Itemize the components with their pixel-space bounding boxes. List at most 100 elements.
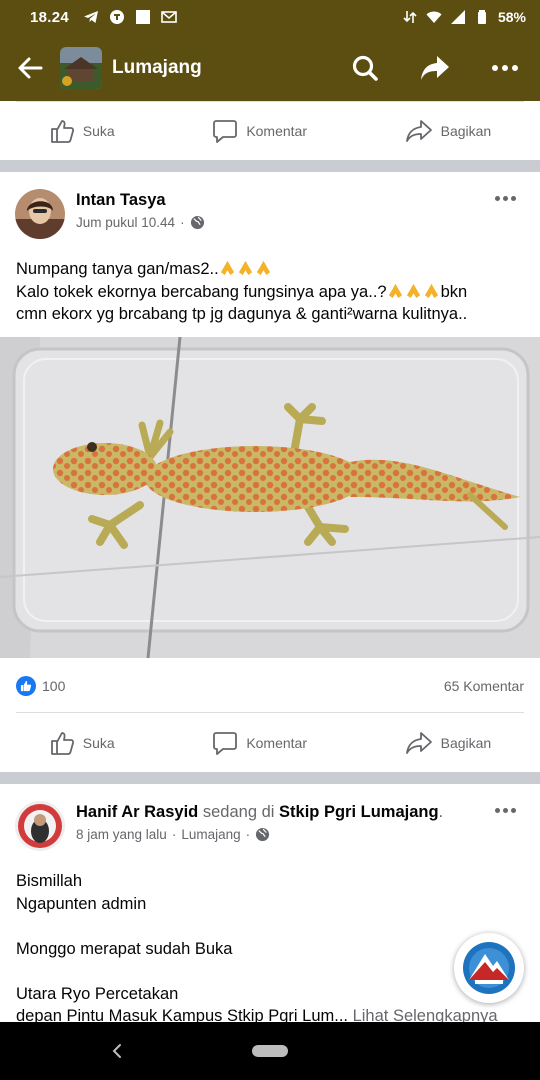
meta-separator: · bbox=[180, 215, 185, 230]
praying-hands-icon bbox=[424, 283, 438, 298]
post-text-line: Numpang tanya gan/mas2.. bbox=[16, 258, 526, 281]
status-bar: 18.24 58% bbox=[0, 0, 540, 34]
group-avatar[interactable] bbox=[60, 46, 102, 89]
like-reaction-icon[interactable] bbox=[16, 676, 36, 696]
post-text-line bbox=[16, 915, 526, 938]
share-arrow-icon bbox=[421, 55, 449, 80]
post-author: Hanif Ar Rasyid sedang di Stkip Pgri Lum… bbox=[76, 803, 443, 822]
status-time: 18.24 bbox=[30, 8, 70, 26]
meta-separator: · bbox=[171, 827, 177, 842]
thumbs-up-icon bbox=[50, 732, 74, 755]
battery-percent: 58% bbox=[497, 9, 526, 25]
reactions-bar: 100 65 Komentar bbox=[0, 672, 540, 700]
praying-hands-icon bbox=[406, 283, 420, 298]
post-actions: Suka Komentar Bagikan bbox=[0, 713, 540, 773]
share-label: Bagikan bbox=[440, 735, 492, 751]
post-time[interactable]: 8 jam yang lalu bbox=[76, 827, 167, 842]
post-text-line: Utara Ryo Percetakan bbox=[16, 984, 179, 1003]
share-group-button[interactable] bbox=[400, 34, 470, 101]
post-divider bbox=[0, 772, 540, 784]
group-title[interactable]: Lumajang bbox=[112, 57, 202, 79]
like-button[interactable]: Suka bbox=[39, 109, 125, 153]
previous-post-actions: Suka Komentar Bagikan bbox=[0, 101, 540, 161]
dot-icon bbox=[502, 807, 508, 813]
group-photo-image bbox=[60, 46, 102, 89]
share-outline-icon bbox=[405, 732, 432, 754]
post-time[interactable]: Jum pukul 10.44 bbox=[76, 215, 175, 230]
post-divider bbox=[0, 160, 540, 172]
comment-bubble-icon bbox=[213, 120, 238, 143]
post-text-line: Monggo merapat sudah Buka bbox=[16, 939, 233, 958]
post-meta: Jum pukul 10.44 · bbox=[76, 215, 205, 230]
telegram-icon bbox=[84, 11, 99, 23]
post-text-line: Bismillah bbox=[16, 872, 83, 890]
post-text-line: cmn ekorx yg brcabang tp jg dagunya & ga… bbox=[16, 305, 468, 323]
comment-button[interactable]: Komentar bbox=[202, 721, 317, 765]
dot-icon bbox=[502, 195, 508, 201]
praying-hands-icon bbox=[238, 260, 252, 276]
arrow-left-icon bbox=[18, 57, 43, 78]
dot-icon bbox=[510, 195, 516, 201]
post-header: Intan Tasya Jum pukul 10.44 · bbox=[0, 172, 540, 239]
comments-count[interactable]: 65 Komentar bbox=[444, 678, 524, 694]
dot-icon bbox=[510, 807, 516, 813]
checkin-connector: sedang di bbox=[202, 803, 275, 821]
battery-icon bbox=[477, 10, 486, 24]
square-notification-icon bbox=[136, 10, 151, 24]
like-label: Suka bbox=[82, 735, 115, 751]
share-button[interactable]: Bagikan bbox=[395, 721, 502, 765]
praying-hands-icon bbox=[220, 260, 234, 276]
checkin-period: . bbox=[438, 803, 444, 821]
thumbs-up-icon bbox=[50, 120, 74, 143]
avatar[interactable] bbox=[15, 801, 65, 851]
checkin-place[interactable]: Stkip Pgri Lumajang bbox=[279, 803, 439, 821]
post-photo[interactable] bbox=[0, 337, 540, 658]
like-label: Suka bbox=[82, 123, 115, 139]
post-text-line bbox=[16, 960, 526, 983]
search-icon bbox=[352, 55, 378, 81]
post-author[interactable]: Intan Tasya bbox=[76, 191, 166, 210]
system-nav-bar bbox=[0, 1022, 540, 1080]
nav-home-pill[interactable] bbox=[252, 1045, 288, 1057]
share-outline-icon bbox=[405, 120, 432, 142]
more-options-button[interactable] bbox=[470, 34, 540, 101]
post-more-button[interactable] bbox=[492, 190, 518, 206]
app-bar: Lumajang bbox=[0, 34, 540, 101]
like-button[interactable]: Suka bbox=[39, 721, 125, 765]
comment-label: Komentar bbox=[246, 735, 308, 751]
more-horizontal-icon bbox=[492, 64, 518, 71]
share-button[interactable]: Bagikan bbox=[395, 109, 502, 153]
gmail-icon bbox=[161, 11, 177, 23]
likes-count[interactable]: 100 bbox=[42, 678, 65, 694]
share-label: Bagikan bbox=[440, 123, 492, 139]
post-more-button[interactable] bbox=[492, 802, 518, 818]
gecko-photo-image bbox=[0, 337, 540, 658]
dot-icon bbox=[494, 807, 500, 813]
praying-hands-icon bbox=[388, 283, 402, 298]
search-button[interactable] bbox=[330, 34, 400, 101]
avatar-image bbox=[15, 189, 65, 239]
post-meta: 8 jam yang lalu · Lumajang · bbox=[76, 827, 270, 842]
nav-back-icon[interactable] bbox=[110, 1042, 124, 1060]
globe-icon bbox=[256, 827, 270, 842]
avatar-image bbox=[15, 801, 65, 851]
globe-icon bbox=[190, 215, 204, 230]
avatar[interactable] bbox=[15, 189, 65, 239]
thumbs-up-icon bbox=[20, 680, 32, 692]
post-text: Bismillah Ngapunten admin Monggo merapat… bbox=[16, 870, 526, 1028]
signal-icon bbox=[450, 10, 465, 24]
post-location[interactable]: Lumajang bbox=[181, 827, 240, 842]
praying-hands-icon bbox=[256, 260, 270, 276]
wifi-icon bbox=[426, 11, 442, 23]
comment-bubble-icon bbox=[213, 732, 238, 755]
post-text-line: Kalo tokek ekornya bercabang fungsinya a… bbox=[16, 282, 468, 301]
post-text: Numpang tanya gan/mas2.. Kalo tokek ekor… bbox=[16, 258, 526, 326]
meta-separator: · bbox=[245, 827, 251, 842]
floating-page-badge[interactable] bbox=[454, 933, 524, 1003]
author-name[interactable]: Hanif Ar Rasyid bbox=[76, 803, 198, 821]
data-arrows-icon bbox=[403, 11, 417, 23]
back-button[interactable] bbox=[0, 34, 60, 101]
post-header: Hanif Ar Rasyid sedang di Stkip Pgri Lum… bbox=[0, 784, 540, 851]
comment-label: Komentar bbox=[246, 123, 308, 139]
comment-button[interactable]: Komentar bbox=[202, 109, 317, 153]
